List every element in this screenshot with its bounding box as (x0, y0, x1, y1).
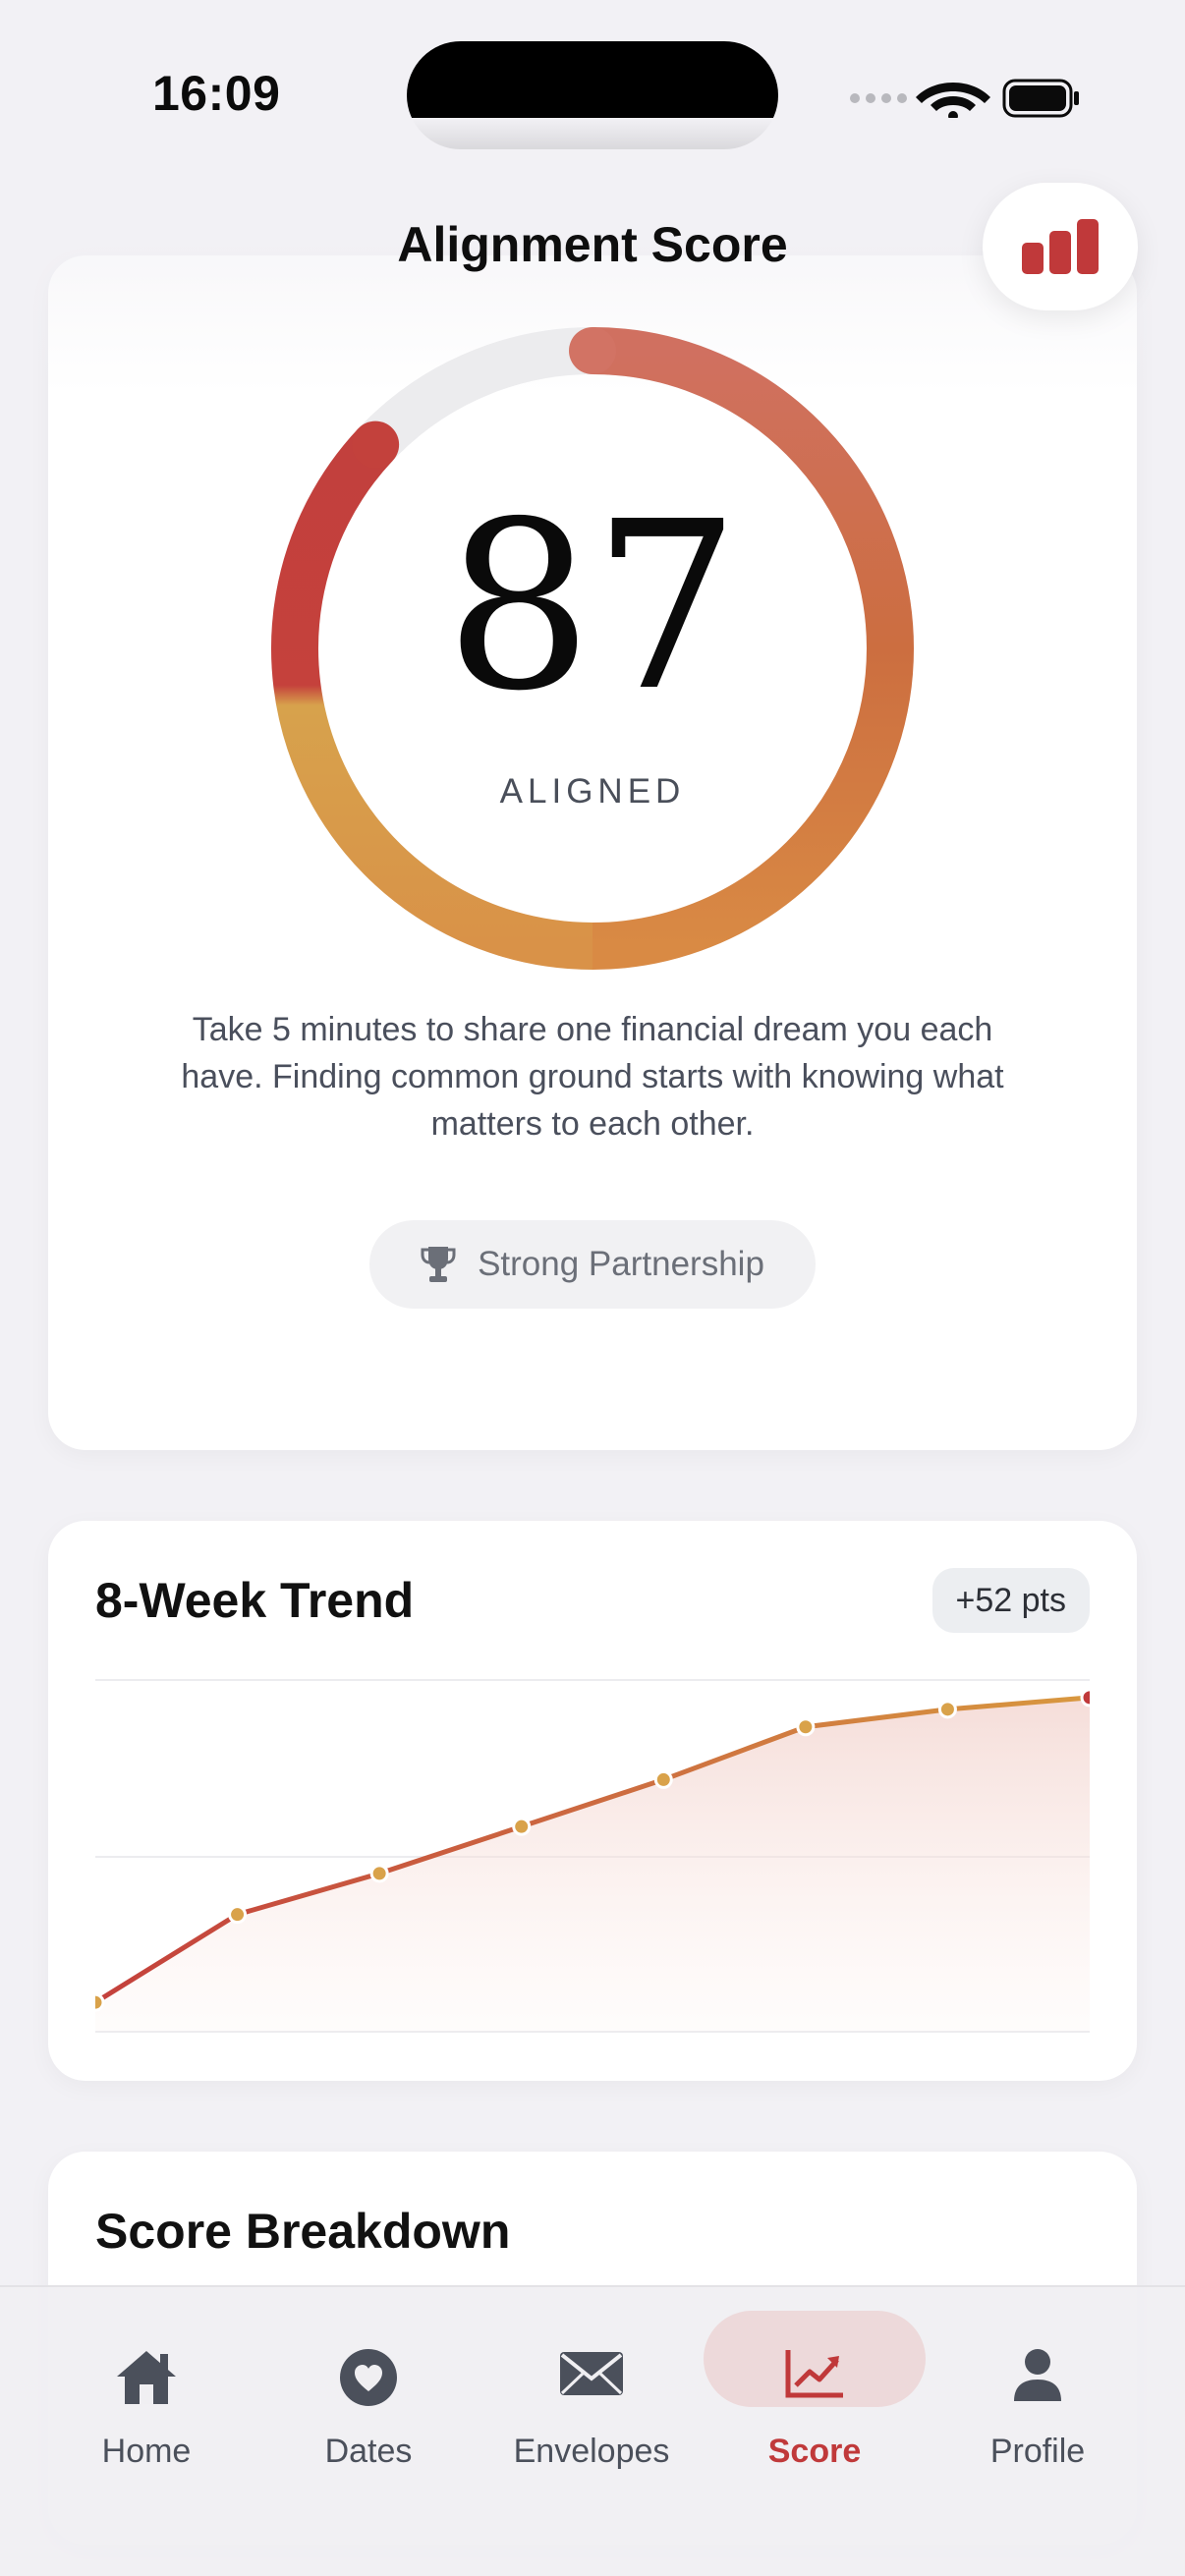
dynamic-island (407, 41, 778, 149)
tab-home-label: Home (101, 2433, 192, 2470)
trend-chart[interactable] (95, 1676, 1090, 2049)
cellular-signal-icon (850, 93, 907, 103)
tab-profile-label: Profile (989, 2433, 1086, 2470)
trend-delta-badge: +52 pts (931, 1568, 1090, 1633)
score-tip: Take 5 minutes to share one financial dr… (181, 1011, 1004, 1143)
heart-icon (340, 2349, 397, 2406)
tab-profile[interactable]: Profile (927, 2307, 1149, 2470)
tab-dates[interactable]: Dates (257, 2307, 480, 2470)
tab-bar: Home Dates Envelopes Score Profile (0, 2285, 1185, 2576)
score-ring-start-cap (569, 327, 616, 374)
tab-dates-label: Dates (324, 2433, 413, 2470)
score-value: 87 (444, 472, 741, 742)
breakdown-title: Score Breakdown (95, 2204, 511, 2259)
status-badge[interactable]: Strong Partnership (369, 1220, 816, 1309)
score-ring-end-cap (352, 420, 400, 469)
tab-home[interactable]: Home (35, 2307, 257, 2470)
trend-point (369, 1864, 389, 1883)
trend-point (796, 1717, 816, 1737)
wifi-icon (916, 83, 990, 121)
home-icon (117, 2351, 176, 2404)
trend-point (653, 1769, 673, 1789)
trend-point (228, 1905, 248, 1925)
status-badge-label: Strong Partnership (478, 1245, 764, 1283)
trend-title: 8-Week Trend (95, 1573, 415, 1628)
status-icons (850, 79, 1079, 121)
bar-chart-icon (1022, 219, 1099, 274)
battery-icon (1002, 79, 1079, 118)
trend-point (512, 1817, 532, 1836)
status-time: 16:09 (152, 66, 281, 121)
tab-envelopes[interactable]: Envelopes (480, 2307, 703, 2470)
tab-score-label: Score (767, 2433, 862, 2470)
trend-point (95, 1992, 105, 2012)
tab-score[interactable]: Score (704, 2307, 926, 2470)
score-status: ALIGNED (499, 772, 686, 811)
trend-area (95, 1697, 1090, 2032)
alignment-score-screen: 16:09 Alignment Score 87 ALIGNED Take 5 … (0, 0, 1185, 2576)
trend-chart-icon (785, 2350, 843, 2398)
trend-point (1080, 1688, 1090, 1708)
person-icon (1014, 2349, 1061, 2401)
envelope-icon (560, 2352, 623, 2395)
stats-button[interactable] (983, 183, 1138, 310)
trophy-icon (421, 1247, 456, 1282)
trend-card: 8-Week Trend +52 pts (48, 1521, 1137, 2081)
tab-envelopes-label: Envelopes (513, 2433, 670, 2470)
trend-point (937, 1700, 957, 1719)
